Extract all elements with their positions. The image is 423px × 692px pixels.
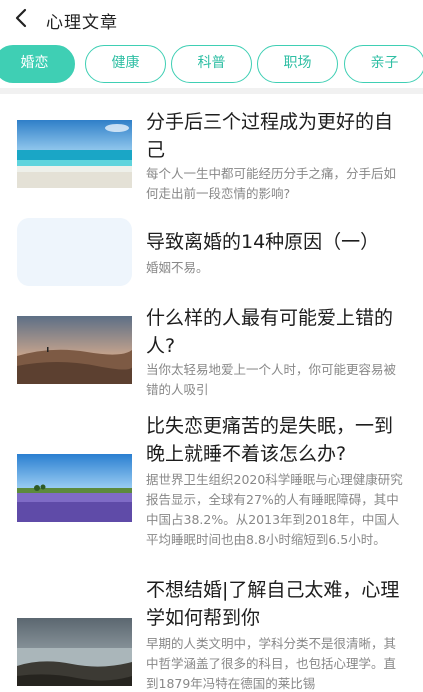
tab-marriage-love[interactable]: 婚恋: [0, 45, 75, 83]
article-title: 分手后三个过程成为更好的自己: [146, 111, 394, 161]
rocky-coast-photo: [17, 618, 132, 686]
article-title: 导致离婚的14种原因（一）: [146, 231, 380, 253]
article-description: 据世界卫生组织2020科学睡眠与心理健康研究报告显示，全球有27%的人有睡眠障碍…: [146, 472, 403, 547]
section-divider: [0, 88, 423, 94]
category-tabs: 婚恋 健康 科普 职场 亲子: [0, 45, 423, 85]
image-placeholder: [17, 218, 132, 286]
article-description: 早期的人类文明中，学科分类不是很清晰，其中哲学涵盖了很多的科目，也包括心理学。直…: [146, 636, 397, 691]
article-title: 什么样的人最有可能爱上错的人?: [146, 307, 394, 357]
article-item[interactable]: 分手后三个过程成为更好的自己 每个人一生中都可能经历分手之痛，分手后如何走出前一…: [0, 104, 423, 210]
article-description: 每个人一生中都可能经历分手之痛，分手后如何走出前一段恋情的影响?: [146, 166, 397, 201]
desert-dune-photo: [17, 316, 132, 384]
article-title: 不想结婚|了解自己太难，心理学如何帮到你: [146, 579, 400, 629]
tab-science[interactable]: 科普: [171, 45, 252, 83]
lavender-field-photo: [17, 454, 132, 522]
tab-parenting[interactable]: 亲子: [344, 45, 423, 83]
back-arrow-icon[interactable]: [10, 6, 34, 30]
article-item[interactable]: 什么样的人最有可能爱上错的人? 当你太轻易地爱上一个人时，你可能更容易被错的人吸…: [0, 300, 423, 406]
article-description: 婚姻不易。: [146, 260, 209, 275]
tab-workplace[interactable]: 职场: [257, 45, 338, 83]
article-description: 当你太轻易地爱上一个人时，你可能更容易被错的人吸引: [146, 362, 397, 397]
article-title: 比失恋更痛苦的是失眠，一到晚上就睡不着该怎么办?: [146, 415, 394, 465]
article-item[interactable]: 比失恋更痛苦的是失眠，一到晚上就睡不着该怎么办? 据世界卫生组织2020科学睡眠…: [0, 412, 423, 568]
beach-sea-photo: [17, 120, 132, 188]
top-bar: 心理文章: [0, 0, 423, 38]
page-title: 心理文章: [46, 13, 118, 33]
tab-health[interactable]: 健康: [85, 45, 166, 83]
article-item[interactable]: 导致离婚的14种原因（一） 婚姻不易。: [0, 212, 423, 298]
article-item[interactable]: 不想结婚|了解自己太难，心理学如何帮到你 早期的人类文明中，学科分类不是很清晰，…: [0, 576, 423, 692]
